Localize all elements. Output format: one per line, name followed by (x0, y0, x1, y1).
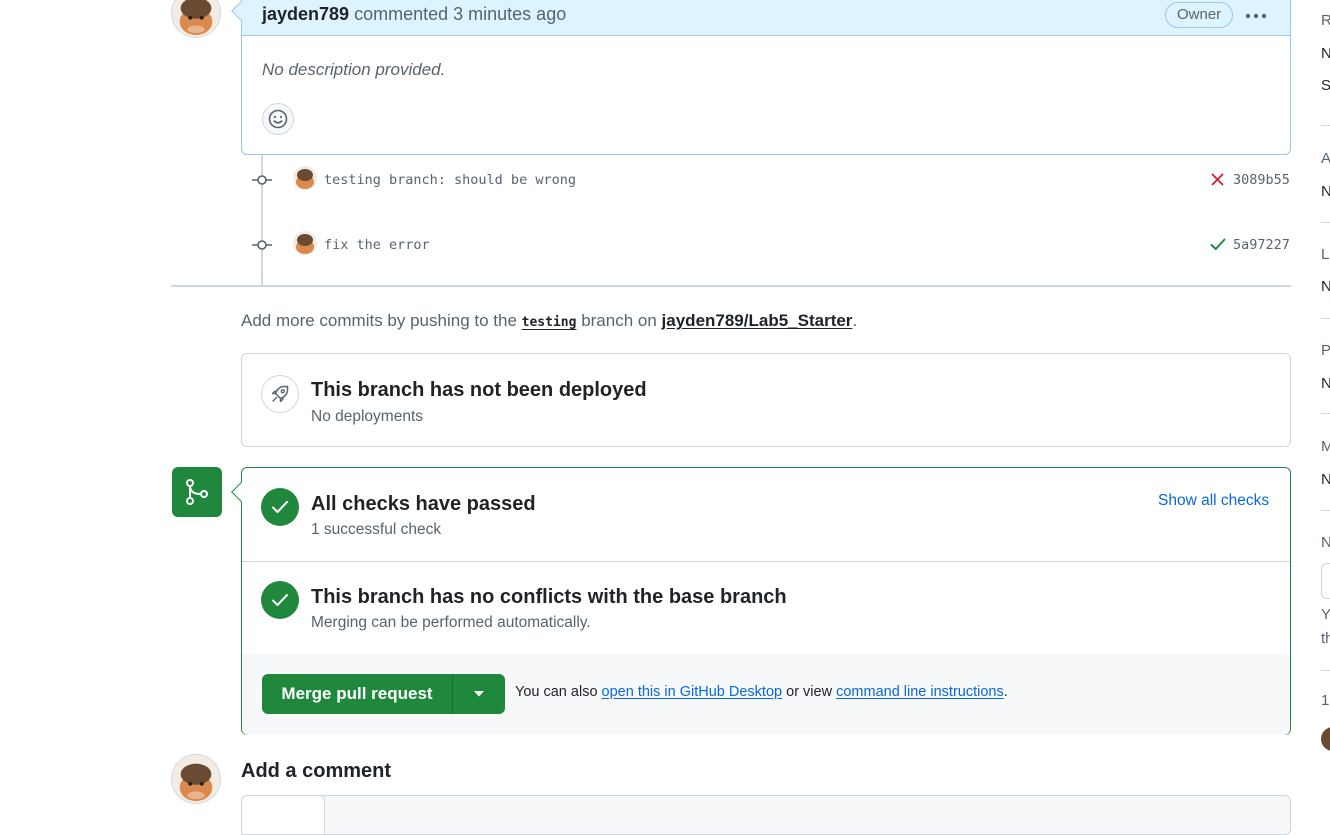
sidebar-fragment: Y (1321, 606, 1330, 623)
sidebar-fragment: L (1321, 246, 1330, 263)
checks-passed-icon (261, 488, 299, 526)
sidebar-divider (1321, 222, 1330, 223)
sidebar-fragment: P (1321, 342, 1330, 359)
sidebar-fragment: N (1321, 183, 1330, 200)
git-commit-icon (252, 240, 272, 250)
write-tab[interactable] (241, 795, 325, 835)
command-line-instructions-link[interactable]: command line instructions (836, 684, 1004, 700)
sidebar-fragment: N (1321, 278, 1330, 295)
author-avatar[interactable] (171, 0, 221, 38)
comment-body: No description provided. (262, 60, 446, 79)
repo-link[interactable]: jayden789/Lab5_Starter (662, 311, 853, 330)
commit-message[interactable]: fix the error (324, 237, 430, 253)
comment-action: commented (354, 4, 449, 24)
conflicts-title: This branch has no conflicts with the ba… (311, 586, 787, 608)
commit-author-avatar[interactable] (293, 166, 317, 190)
open-in-desktop-link[interactable]: open this in GitHub Desktop (602, 684, 783, 700)
sidebar-divider (1321, 670, 1330, 671)
sidebar-fragment: N (1321, 45, 1330, 62)
push-commits-note: Add more commits by pushing to the testi… (241, 311, 857, 331)
x-fail-icon[interactable] (1211, 173, 1224, 186)
participant-avatar[interactable] (1321, 727, 1330, 751)
merge-footer-text: You can also open this in GitHub Desktop… (515, 684, 1008, 700)
git-branch-icon (186, 479, 208, 505)
sidebar-fragment: 1 (1321, 692, 1330, 709)
footer-prefix: You can also (515, 684, 598, 700)
smiley-icon (268, 109, 288, 129)
branch-name-link[interactable]: testing (522, 315, 577, 330)
sidebar-divider (1321, 318, 1330, 319)
sidebar-fragment: N (1321, 534, 1330, 551)
sidebar-divider (1321, 510, 1330, 511)
git-merge-badge (172, 467, 222, 517)
commit-sha[interactable]: 3089b55 (1233, 172, 1290, 188)
footer-middle: or view (786, 684, 833, 700)
sidebar-fragment: S (1321, 77, 1330, 94)
merge-footer: Merge pull request You can also open thi… (242, 654, 1290, 735)
merge-button-group: Merge pull request (262, 674, 505, 714)
add-comment-title: Add a comment (241, 760, 392, 782)
sidebar-fragment: R (1321, 12, 1330, 29)
push-note-suffix: . (852, 311, 858, 330)
timeline-divider (171, 285, 1291, 287)
deployment-status-box: This branch has not been deployed No dep… (241, 353, 1291, 447)
sidebar-divider (1321, 413, 1330, 414)
checks-subtitle: 1 successful check (311, 521, 442, 538)
sidebar-divider (1321, 125, 1330, 126)
add-reaction-button[interactable] (262, 103, 294, 135)
check-success-icon[interactable] (1210, 238, 1226, 251)
comment-author-name[interactable]: jayden789 (262, 4, 349, 24)
merge-box: All checks have passed 1 successful chec… (231, 467, 1291, 735)
rocket-icon (261, 375, 299, 413)
kebab-horizontal-icon[interactable] (1245, 3, 1267, 23)
push-note-prefix: Add more commits by pushing to the (241, 311, 517, 330)
sidebar-fragment: M (1321, 438, 1330, 455)
current-user-avatar[interactable] (171, 754, 221, 804)
git-commit-icon (252, 175, 272, 185)
commit-message[interactable]: testing branch: should be wrong (324, 172, 576, 188)
merge-divider (242, 561, 1290, 562)
commit-author-avatar[interactable] (293, 231, 317, 255)
comment-author: jayden789 commented 3 minutes ago (262, 4, 566, 25)
sidebar-fragment: th (1321, 630, 1330, 647)
sidebar-fragment: N (1321, 471, 1330, 488)
push-note-middle: branch on (581, 311, 657, 330)
sidebar-fragment: N (1321, 375, 1330, 392)
sidebar-fragment: A (1321, 150, 1330, 167)
pr-description-comment: jayden789 commented 3 minutes ago Owner … (241, 0, 1291, 155)
footer-suffix: . (1003, 684, 1008, 700)
deploy-subtitle: No deployments (311, 408, 424, 425)
show-all-checks-link[interactable]: Show all checks (1158, 492, 1269, 510)
sidebar-input[interactable] (1321, 563, 1330, 599)
comment-time[interactable]: 3 minutes ago (453, 4, 566, 24)
comment-editor[interactable] (241, 795, 1291, 835)
merge-pull-request-button[interactable]: Merge pull request (262, 674, 453, 714)
merge-method-dropdown[interactable] (453, 674, 505, 714)
no-conflicts-icon (261, 581, 299, 619)
merge-box-caret (231, 482, 251, 502)
owner-badge: Owner (1165, 2, 1234, 28)
triangle-down-icon (474, 691, 484, 697)
comment-header: jayden789 commented 3 minutes ago Owner (242, 0, 1290, 36)
commit-sha[interactable]: 5a97227 (1233, 237, 1290, 253)
conflicts-subtitle: Merging can be performed automatically. (311, 614, 591, 631)
checks-title: All checks have passed (311, 493, 536, 515)
deploy-title: This branch has not been deployed (311, 379, 647, 401)
